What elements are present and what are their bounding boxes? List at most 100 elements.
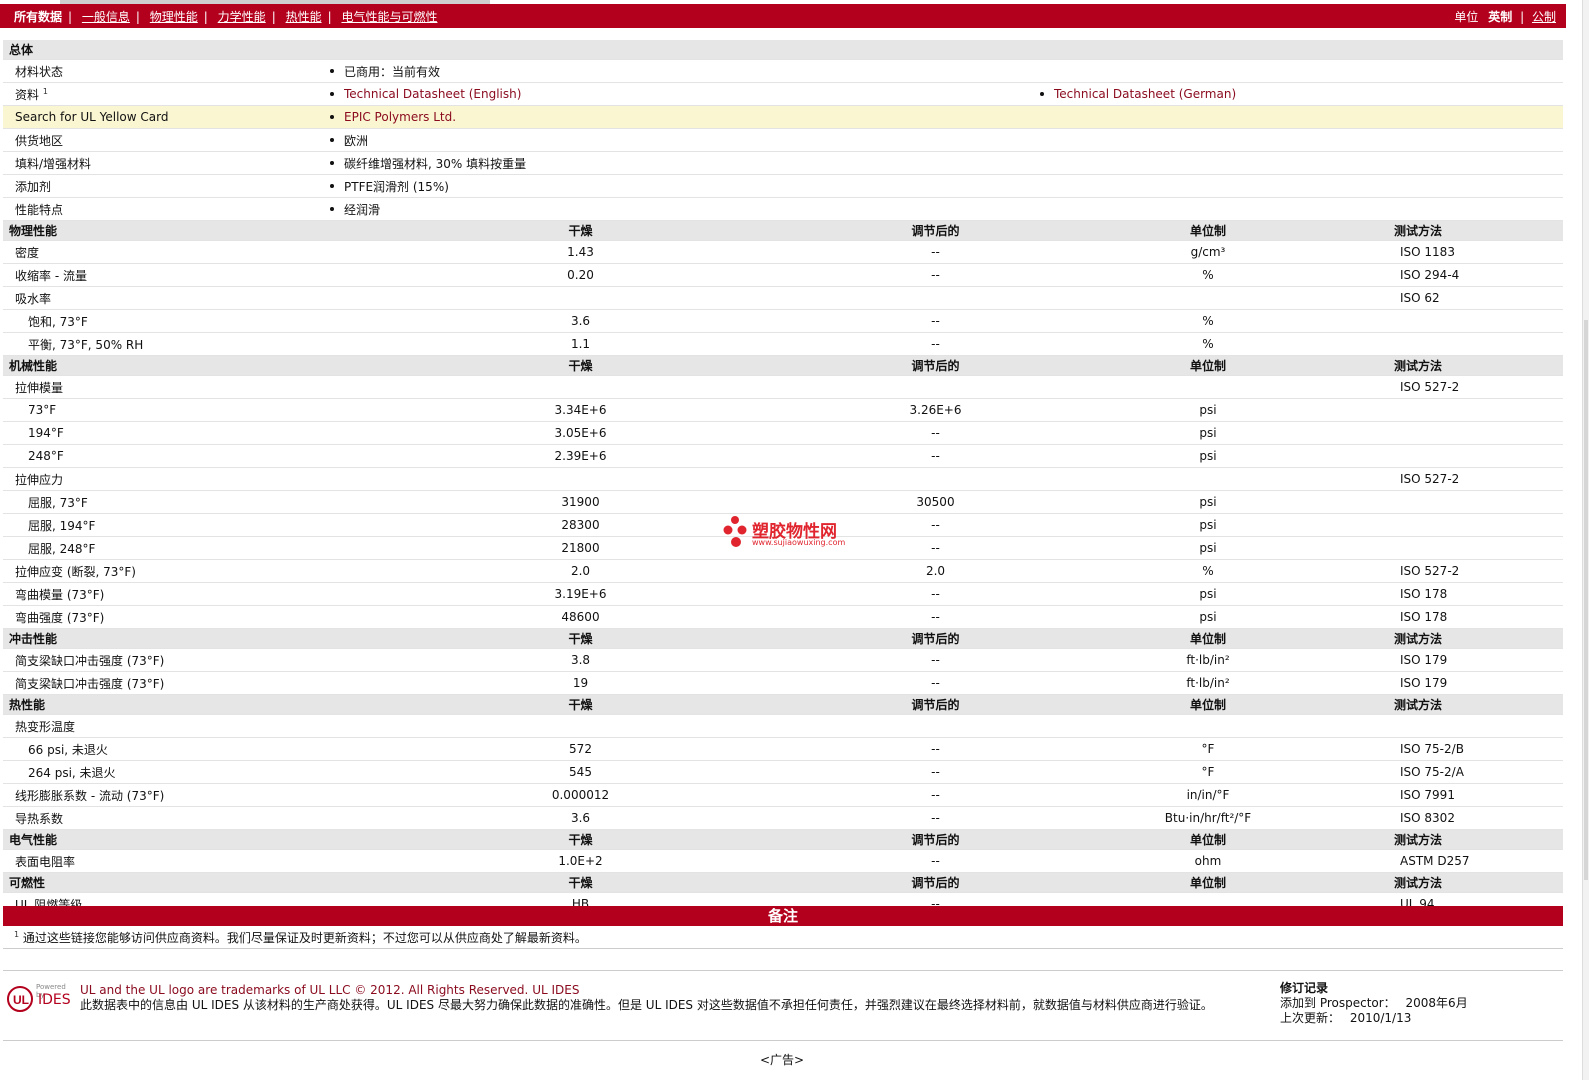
- value-conditioned: 3.26E+6: [843, 398, 1028, 422]
- property-name: 添加剂: [3, 174, 318, 198]
- value-conditioned: --: [843, 760, 1028, 784]
- value-dry: 2.0: [318, 559, 843, 583]
- property-row: 66 psi, 未退火 572 -- °F ISO 75-2/B: [3, 737, 1564, 761]
- section-header-general: 总体: [3, 40, 1564, 60]
- scrollbar-thumb[interactable]: [1584, 320, 1588, 880]
- value-conditioned: --: [843, 536, 1028, 560]
- value-link[interactable]: EPIC Polymers Ltd.: [344, 110, 456, 124]
- value-conditioned: --: [843, 332, 1028, 356]
- property-name-text: 供货地区: [15, 133, 64, 148]
- section-title: 物理性能: [3, 220, 318, 241]
- column-test-method: 测试方法: [1388, 829, 1564, 850]
- property-name: 拉伸应力: [3, 467, 318, 491]
- value-dry: 1.0E+2: [318, 849, 843, 873]
- note-item: 1 通过这些链接您能够访问供应商资料。我们尽量保证及时更新资料；不过您可以从供应…: [14, 929, 587, 946]
- column-dry: 干燥: [318, 220, 843, 241]
- value-test-method: [1388, 444, 1564, 468]
- unit-label: 单位: [1454, 10, 1479, 24]
- property-name: 表面电阻率: [3, 849, 318, 873]
- value-unit: in/in/°F: [1028, 783, 1388, 807]
- value-dry: 3.34E+6: [318, 398, 843, 422]
- value-dry: 572: [318, 737, 843, 761]
- property-row: 拉伸模量 ISO 527-2: [3, 375, 1564, 399]
- value-link[interactable]: Technical Datasheet (German): [1054, 87, 1236, 101]
- ul-ides-link[interactable]: UL IDES: [532, 983, 579, 997]
- value-conditioned: --: [843, 582, 1028, 606]
- property-value: 已商用：当前有效: [318, 59, 1564, 83]
- value-unit: °F: [1028, 760, 1388, 784]
- section-header-mechanical: 机械性能 干燥 调节后的 单位制 测试方法: [3, 355, 1564, 376]
- column-dry: 干燥: [318, 694, 843, 715]
- value-conditioned: --: [843, 806, 1028, 830]
- value-unit: [1028, 286, 1388, 310]
- nav-all-data[interactable]: 所有数据: [14, 10, 62, 24]
- nav-electrical-flammability[interactable]: 电气性能与可燃性: [341, 10, 437, 24]
- property-value: 经润滑: [318, 197, 1564, 221]
- property-name: 屈服, 248°F: [3, 536, 318, 560]
- value-dry: 3.6: [318, 806, 843, 830]
- property-name: 248°F: [3, 444, 318, 468]
- divider: [3, 948, 1563, 949]
- property-name-text: 添加剂: [15, 179, 52, 194]
- svg-text:UL: UL: [13, 993, 29, 1007]
- nav-general-info[interactable]: 一般信息: [82, 10, 130, 24]
- value-conditioned: --: [843, 671, 1028, 695]
- nav-thermal[interactable]: 热性能: [286, 10, 322, 24]
- property-value: PTFE润滑剂 (15%): [318, 174, 1564, 198]
- section-title: 电气性能: [3, 829, 318, 850]
- column-test-method: 测试方法: [1388, 220, 1564, 241]
- property-name: 屈服, 194°F: [3, 513, 318, 537]
- value-unit: Btu·in/hr/ft²/°F: [1028, 806, 1388, 830]
- value-test-method: ISO 179: [1388, 648, 1564, 672]
- vertical-scrollbar[interactable]: [1582, 0, 1589, 1080]
- value-conditioned: 2.0: [843, 559, 1028, 583]
- section-header-physical: 物理性能 干燥 调节后的 单位制 测试方法: [3, 220, 1564, 241]
- value-dry: 3.19E+6: [318, 582, 843, 606]
- nav-mechanical[interactable]: 力学性能: [218, 10, 266, 24]
- general-row: 性能特点 经润滑: [3, 197, 1564, 221]
- value-unit: g/cm³: [1028, 240, 1388, 264]
- value-test-method: ISO 179: [1388, 671, 1564, 695]
- column-dry: 干燥: [318, 829, 843, 850]
- column-dry: 干燥: [318, 872, 843, 893]
- property-name: 屈服, 73°F: [3, 490, 318, 514]
- value-unit: °F: [1028, 737, 1388, 761]
- nav-physical[interactable]: 物理性能: [150, 10, 198, 24]
- footnote-ref[interactable]: 1: [43, 87, 48, 96]
- value-unit: %: [1028, 263, 1388, 287]
- column-unit: 单位制: [1028, 355, 1388, 376]
- general-row: 添加剂 PTFE润滑剂 (15%): [3, 174, 1564, 198]
- revision-title: 修订记录: [1280, 981, 1329, 995]
- property-name: 线形膨胀系数 - 流动 (73°F): [3, 783, 318, 807]
- value-unit: psi: [1028, 421, 1388, 445]
- value-conditioned: --: [843, 737, 1028, 761]
- value-conditioned: --: [843, 444, 1028, 468]
- column-conditioned: 调节后的: [843, 872, 1028, 893]
- property-row: 热变形温度: [3, 714, 1564, 738]
- value-link[interactable]: Technical Datasheet (English): [344, 87, 521, 101]
- section-title: 机械性能: [3, 355, 318, 376]
- property-name: 弯曲强度 (73°F): [3, 605, 318, 629]
- property-name: 资料 1: [3, 82, 318, 106]
- value-dry: 31900: [318, 490, 843, 514]
- property-name: 73°F: [3, 398, 318, 422]
- general-row: Search for UL Yellow Card EPIC Polymers L…: [3, 105, 1564, 129]
- ul-ides-logo[interactable]: UL Powered by IDES: [6, 983, 74, 1015]
- value-test-method: [1388, 398, 1564, 422]
- property-name: 66 psi, 未退火: [3, 737, 318, 761]
- section-title: 冲击性能: [3, 628, 318, 649]
- value-test-method: ISO 75-2/A: [1388, 760, 1564, 784]
- column-conditioned: 调节后的: [843, 694, 1028, 715]
- value-unit: [1028, 467, 1388, 491]
- property-name: 饱和, 73°F: [3, 309, 318, 333]
- property-row: 平衡, 73°F, 50% RH 1.1 --%: [3, 332, 1564, 356]
- section-header-electrical: 电气性能 干燥 调节后的 单位制 测试方法: [3, 829, 1564, 850]
- property-row: 收缩率 - 流量 0.20 --% ISO 294-4: [3, 263, 1564, 287]
- unit-metric-link[interactable]: 公制: [1532, 10, 1556, 24]
- divider: [3, 1040, 1563, 1041]
- unit-switcher: 单位 英制 | 公制: [1454, 10, 1556, 24]
- note-sup: 1: [14, 930, 20, 939]
- value-text: 欧洲: [344, 133, 369, 148]
- notes-header: 备注: [3, 906, 1563, 926]
- property-value-2: Technical Datasheet (German): [1028, 82, 1564, 106]
